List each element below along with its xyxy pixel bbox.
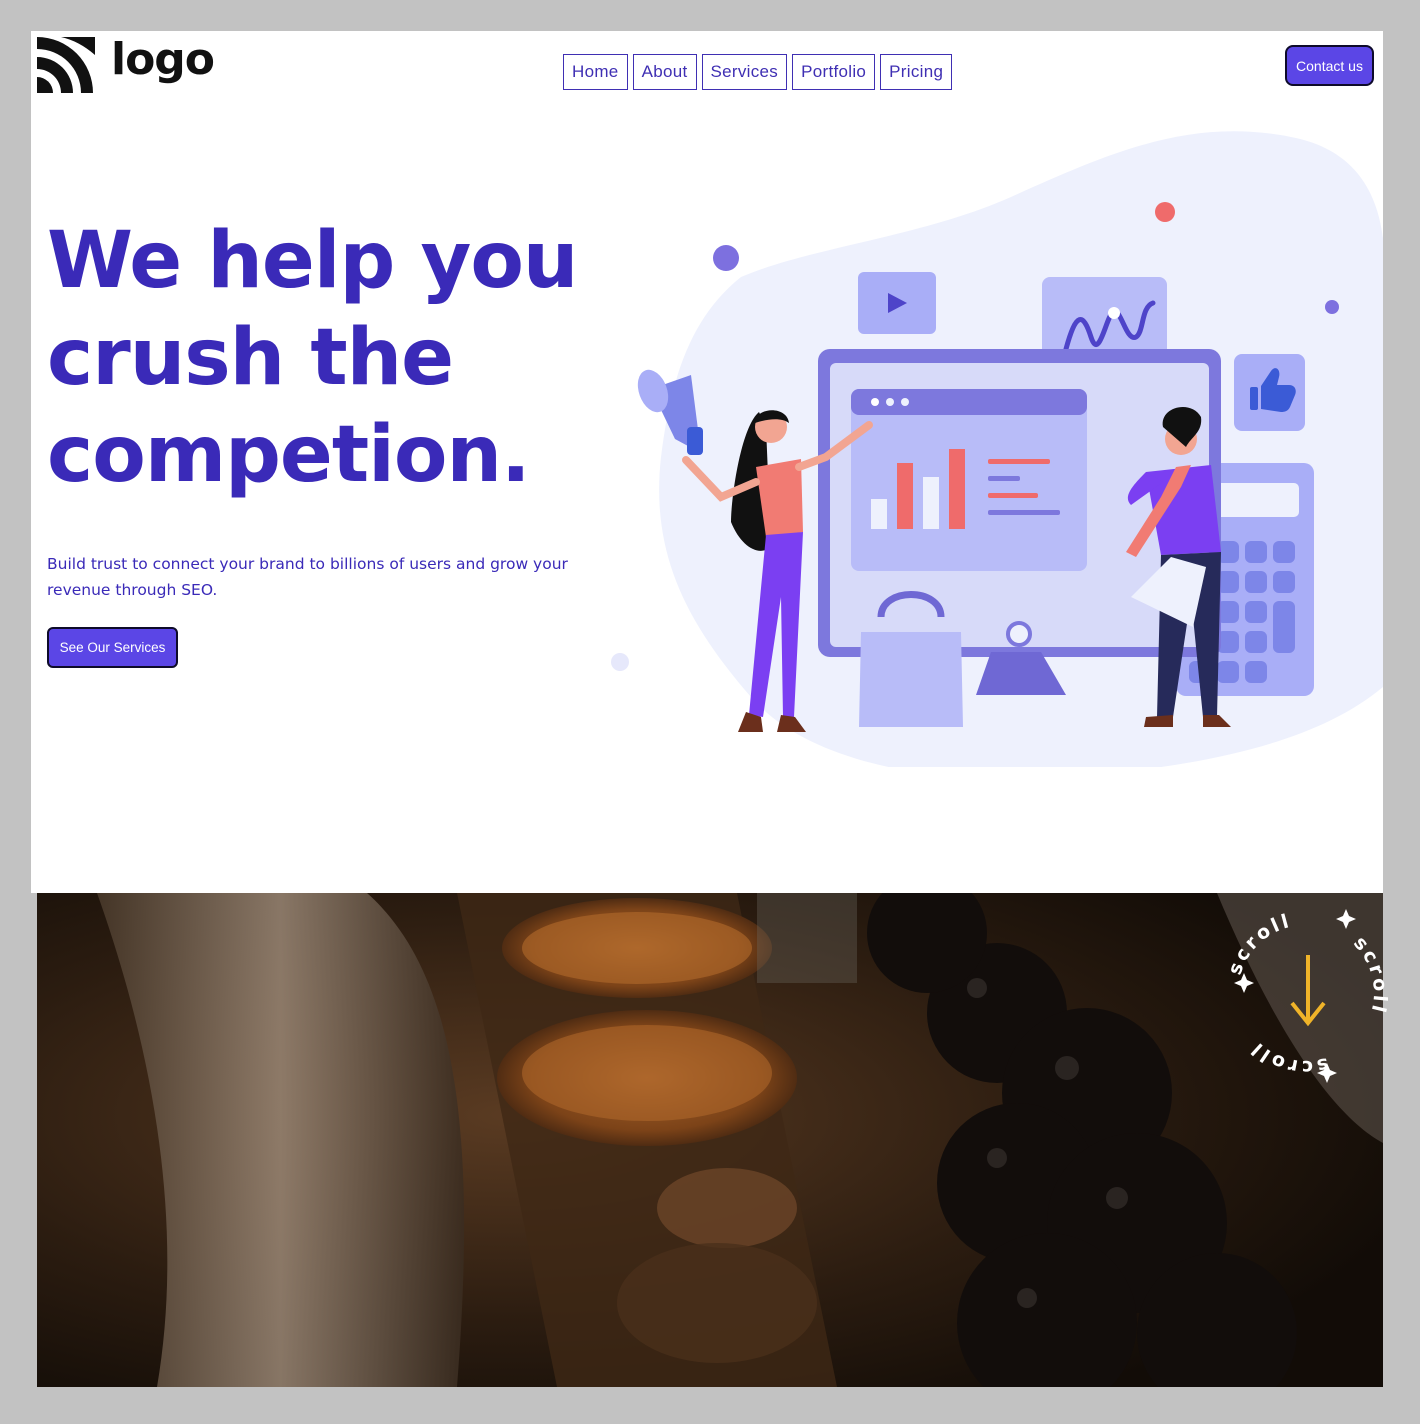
scroll-text-1: scroll — [1224, 910, 1291, 978]
logo-text: logo — [111, 34, 215, 85]
nav-portfolio[interactable]: Portfolio — [792, 54, 876, 90]
hero-title: We help you crush the competion. — [47, 216, 578, 500]
svg-text:scroll: scroll — [1349, 932, 1388, 1017]
decor-dot — [713, 245, 739, 271]
decor-dot — [611, 653, 629, 671]
food-photo — [37, 893, 1383, 1387]
main-nav: Home About Services Portfolio Pricing — [563, 54, 953, 90]
logo[interactable]: logo — [37, 34, 215, 93]
scroll-badge[interactable]: scroll scroll scroll — [1224, 895, 1388, 1085]
hero-illustration — [611, 131, 1383, 767]
scroll-text-2: scroll — [1349, 932, 1388, 1017]
thumbs-up-icon — [1234, 354, 1305, 431]
hero-subtitle: Build trust to connect your brand to bil… — [47, 555, 568, 599]
decor-dot — [1325, 300, 1339, 314]
play-icon — [858, 272, 936, 334]
page: logo Home About Services Portfolio Prici… — [31, 31, 1383, 893]
scroll-text-3: scroll — [1245, 1037, 1327, 1079]
decor-dot — [1155, 202, 1175, 222]
svg-text:scroll: scroll — [1245, 1037, 1330, 1079]
logo-mark-icon — [37, 37, 95, 93]
hero-photo — [37, 893, 1383, 1387]
nav-pricing[interactable]: Pricing — [880, 54, 953, 90]
svg-text:scroll: scroll — [1224, 910, 1294, 978]
nav-about[interactable]: About — [632, 54, 697, 90]
contact-us-button[interactable]: Contact us — [1285, 45, 1374, 86]
nav-home[interactable]: Home — [563, 54, 628, 90]
nav-services[interactable]: Services — [701, 54, 788, 90]
see-services-button[interactable]: See Our Services — [47, 627, 178, 668]
arrow-down-icon — [1290, 955, 1326, 1027]
